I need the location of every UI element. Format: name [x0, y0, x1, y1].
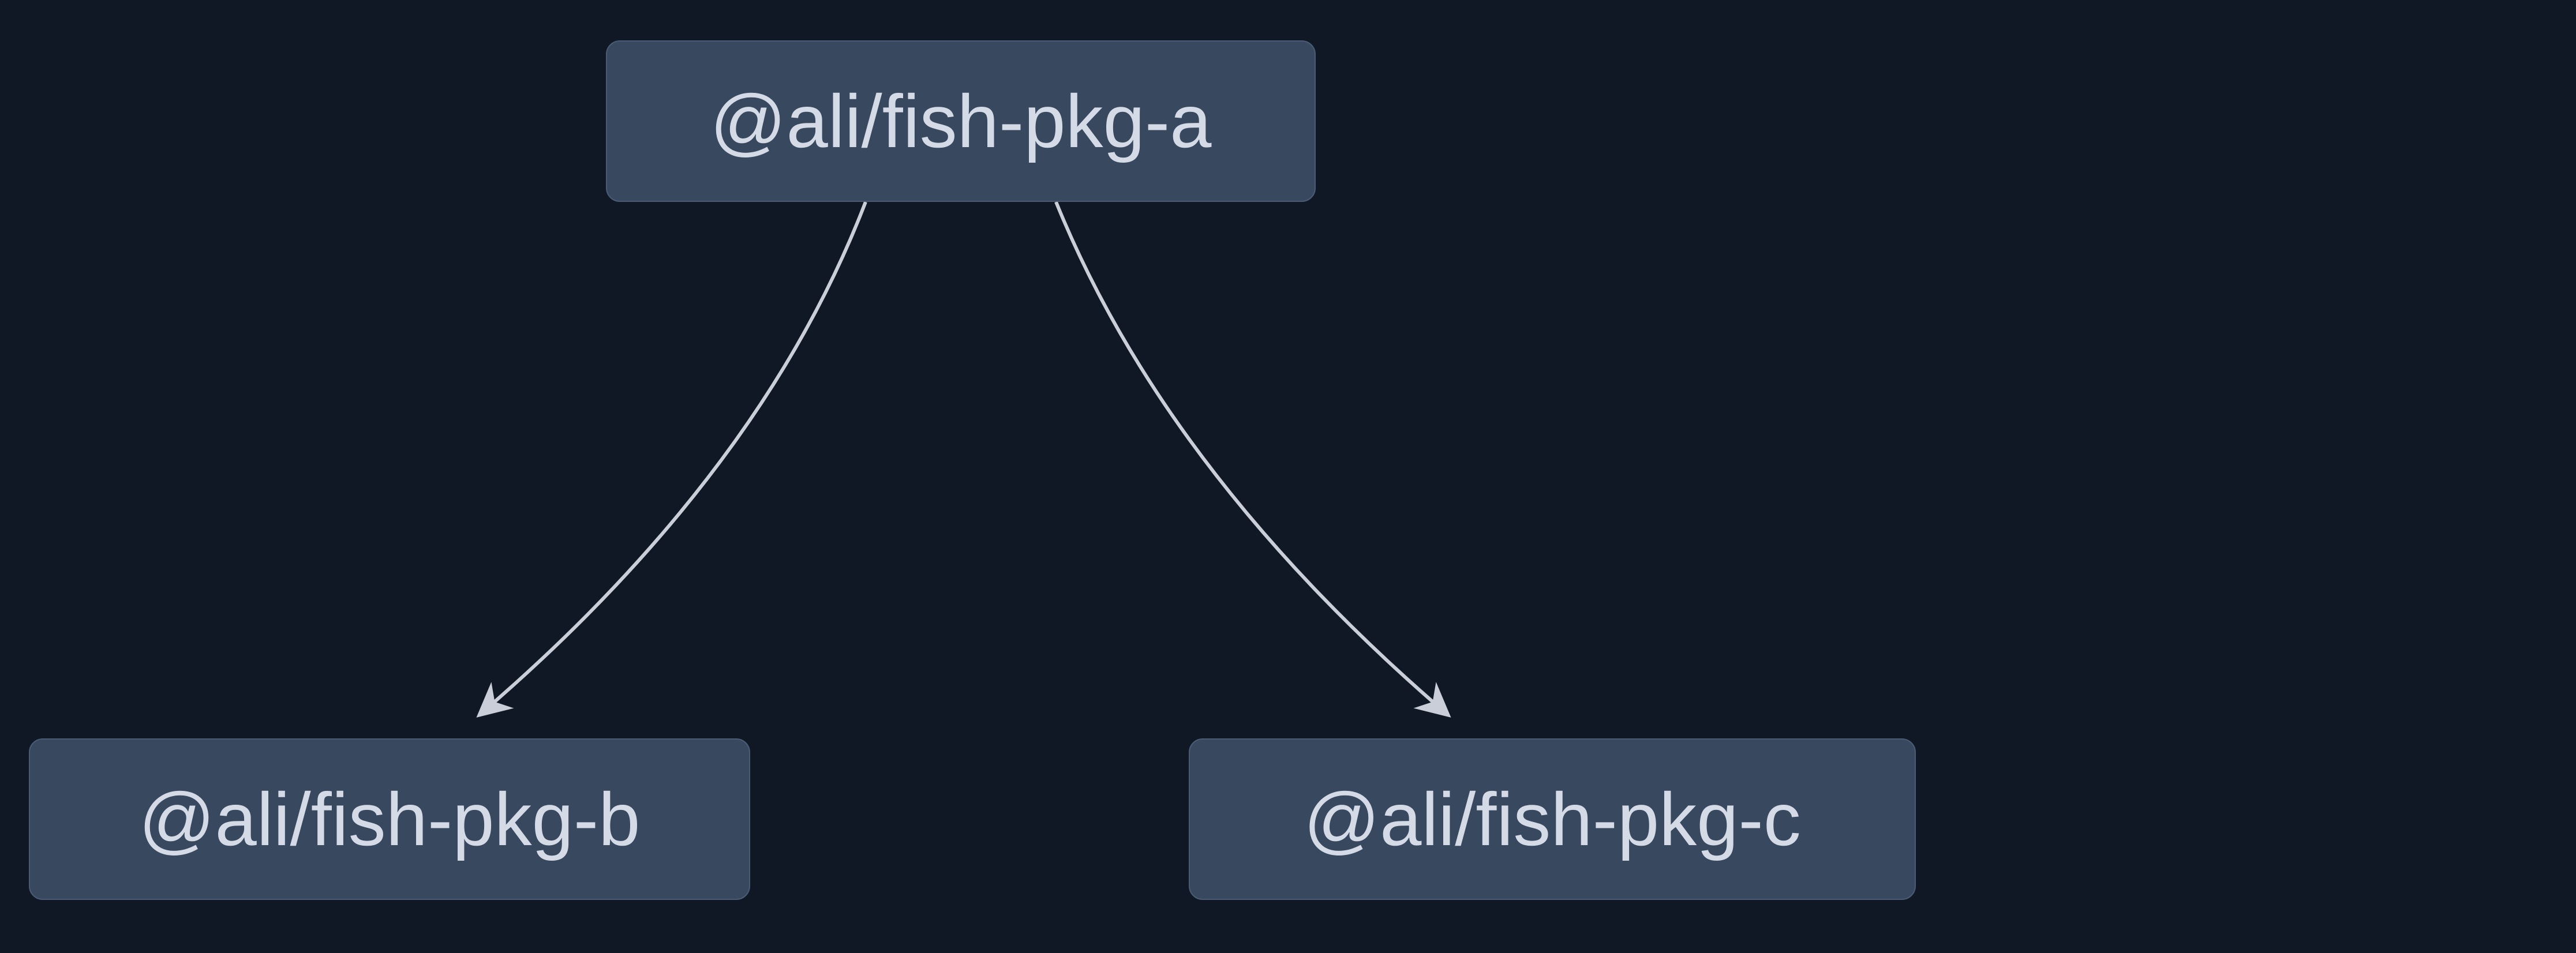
package-node-a: @ali/fish-pkg-a	[606, 40, 1316, 202]
edge-a-to-b	[479, 202, 866, 715]
package-node-b: @ali/fish-pkg-b	[29, 738, 750, 900]
package-node-c: @ali/fish-pkg-c	[1189, 738, 1916, 900]
package-label: @ali/fish-pkg-c	[1304, 776, 1801, 862]
package-label: @ali/fish-pkg-a	[710, 78, 1212, 164]
edge-a-to-c	[1056, 202, 1448, 715]
package-label: @ali/fish-pkg-b	[139, 776, 641, 862]
